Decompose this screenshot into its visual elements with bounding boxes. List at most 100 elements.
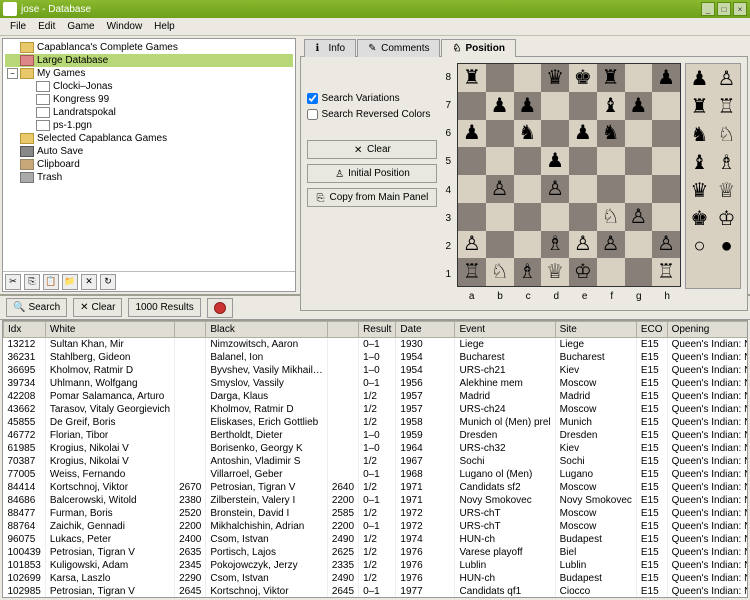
- table-row[interactable]: 36231Stahlberg, GideonBalanel, Ion1–0195…: [4, 351, 749, 364]
- menu-window[interactable]: Window: [101, 19, 149, 34]
- square-c5[interactable]: [514, 147, 542, 175]
- cut-button[interactable]: ✂: [5, 274, 21, 290]
- square-a8[interactable]: ♜: [458, 64, 486, 92]
- table-row[interactable]: 43662Tarasov, Vitaly GeorgievichKholmov,…: [4, 403, 749, 416]
- square-f5[interactable]: [597, 147, 625, 175]
- square-d3[interactable]: [541, 203, 569, 231]
- square-f6[interactable]: ♞: [597, 120, 625, 148]
- games-grid[interactable]: IdxWhiteBlackResultDateEventSiteECOOpeni…: [2, 320, 748, 598]
- square-e5[interactable]: [569, 147, 597, 175]
- palette-piece[interactable]: ♗: [713, 148, 740, 176]
- palette-piece[interactable]: ●: [713, 232, 740, 260]
- column-header[interactable]: ECO: [636, 322, 667, 338]
- table-row[interactable]: 61985Krogius, Nikolai VBorisenko, Georgy…: [4, 442, 749, 455]
- square-d2[interactable]: ♗: [541, 231, 569, 259]
- search-variations-checkbox[interactable]: Search Variations: [307, 93, 437, 104]
- square-c6[interactable]: ♞: [514, 120, 542, 148]
- tree-item[interactable]: Selected Capablanca Games: [5, 132, 293, 145]
- square-e1[interactable]: ♔: [569, 258, 597, 286]
- column-header[interactable]: Site: [555, 322, 636, 338]
- square-g5[interactable]: [625, 147, 653, 175]
- column-header[interactable]: [175, 322, 206, 338]
- palette-piece[interactable]: ♚: [686, 204, 713, 232]
- square-a4[interactable]: [458, 175, 486, 203]
- square-e7[interactable]: [569, 92, 597, 120]
- square-e3[interactable]: [569, 203, 597, 231]
- square-e4[interactable]: [569, 175, 597, 203]
- column-header[interactable]: Result: [359, 322, 396, 338]
- tree-item[interactable]: Capablanca's Complete Games: [5, 41, 293, 54]
- table-row[interactable]: 84414Kortschnoj, Viktor2670Petrosian, Ti…: [4, 481, 749, 494]
- table-row[interactable]: 36695Kholmov, Ratmir DByvshev, Vasily Mi…: [4, 364, 749, 377]
- table-row[interactable]: 84686Balcerowski, Witold2380Zilberstein,…: [4, 494, 749, 507]
- table-row[interactable]: 102699Karsa, Laszlo2290Csom, Istvan24901…: [4, 572, 749, 585]
- chess-board[interactable]: ♜♛♚♜♟♟♟♝♟♟♞♟♞♟♙♙♘♙♙♗♙♙♙♖♘♗♕♔♖: [457, 63, 681, 287]
- table-row[interactable]: 70387Krogius, Nikolai VAntoshin, Vladimi…: [4, 455, 749, 468]
- palette-piece[interactable]: [686, 260, 713, 288]
- tree-item[interactable]: Clipboard: [5, 158, 293, 171]
- square-d4[interactable]: ♙: [541, 175, 569, 203]
- square-h2[interactable]: ♙: [652, 231, 680, 259]
- square-d5[interactable]: ♟: [541, 147, 569, 175]
- square-a1[interactable]: ♖: [458, 258, 486, 286]
- menu-edit[interactable]: Edit: [32, 19, 61, 34]
- column-header[interactable]: Date: [396, 322, 455, 338]
- table-row[interactable]: 100439Petrosian, Tigran V2635Portisch, L…: [4, 546, 749, 559]
- square-b2[interactable]: [486, 231, 514, 259]
- refresh-button[interactable]: ↻: [100, 274, 116, 290]
- square-g4[interactable]: [625, 175, 653, 203]
- initial-position-button[interactable]: ♙Initial Position: [307, 164, 437, 183]
- square-b4[interactable]: ♙: [486, 175, 514, 203]
- table-row[interactable]: 96075Lukacs, Peter2400Csom, Istvan24901/…: [4, 533, 749, 546]
- search-reversed-checkbox[interactable]: Search Reversed Colors: [307, 109, 437, 120]
- square-d8[interactable]: ♛: [541, 64, 569, 92]
- column-header[interactable]: [327, 322, 358, 338]
- expand-icon[interactable]: −: [7, 68, 18, 79]
- tree-item[interactable]: Clocki–Jonas: [5, 80, 293, 93]
- tab-position[interactable]: ♘Position: [441, 39, 515, 57]
- square-g1[interactable]: [625, 258, 653, 286]
- close-button[interactable]: ×: [733, 2, 747, 16]
- square-g2[interactable]: [625, 231, 653, 259]
- square-f8[interactable]: ♜: [597, 64, 625, 92]
- table-row[interactable]: 101853Kuligowski, Adam2345Pokojowczyk, J…: [4, 559, 749, 572]
- clear-position-button[interactable]: ✕Clear: [307, 140, 437, 159]
- square-b3[interactable]: [486, 203, 514, 231]
- tree-item[interactable]: Auto Save: [5, 145, 293, 158]
- square-d1[interactable]: ♕: [541, 258, 569, 286]
- tab-info[interactable]: ℹInfo: [304, 39, 356, 57]
- maximize-button[interactable]: □: [717, 2, 731, 16]
- table-row[interactable]: 102985Petrosian, Tigran V2645Kortschnoj,…: [4, 585, 749, 598]
- square-h1[interactable]: ♖: [652, 258, 680, 286]
- search-button[interactable]: 🔍Search: [6, 298, 67, 317]
- table-row[interactable]: 39734Uhlmann, WolfgangSmyslov, Vassily0–…: [4, 377, 749, 390]
- square-d6[interactable]: [541, 120, 569, 148]
- column-header[interactable]: Idx: [4, 322, 46, 338]
- square-a3[interactable]: [458, 203, 486, 231]
- new-folder-button[interactable]: 📁: [62, 274, 78, 290]
- paste-button[interactable]: 📋: [43, 274, 59, 290]
- palette-piece[interactable]: ○: [686, 232, 713, 260]
- table-row[interactable]: 42208Pomar Salamanca, ArturoDarga, Klaus…: [4, 390, 749, 403]
- table-row[interactable]: 77005Weiss, FernandoVillarroel, Geber0–1…: [4, 468, 749, 481]
- column-header[interactable]: Opening: [667, 322, 748, 338]
- square-e8[interactable]: ♚: [569, 64, 597, 92]
- table-row[interactable]: 88764Zaichik, Gennadi2200Mikhalchishin, …: [4, 520, 749, 533]
- square-c2[interactable]: [514, 231, 542, 259]
- square-h5[interactable]: [652, 147, 680, 175]
- palette-piece[interactable]: ♞: [686, 120, 713, 148]
- square-c1[interactable]: ♗: [514, 258, 542, 286]
- menu-help[interactable]: Help: [148, 19, 181, 34]
- square-a7[interactable]: [458, 92, 486, 120]
- palette-piece[interactable]: ♛: [686, 176, 713, 204]
- table-row[interactable]: 13212Sultan Khan, MirNimzowitsch, Aaron0…: [4, 338, 749, 352]
- table-row[interactable]: 45855De Greif, BorisEliskases, Erich Got…: [4, 416, 749, 429]
- square-g7[interactable]: ♟: [625, 92, 653, 120]
- square-a5[interactable]: [458, 147, 486, 175]
- column-header[interactable]: White: [45, 322, 174, 338]
- tree-item[interactable]: Kongress 99: [5, 93, 293, 106]
- square-f7[interactable]: ♝: [597, 92, 625, 120]
- square-c8[interactable]: [514, 64, 542, 92]
- palette-piece[interactable]: ♜: [686, 92, 713, 120]
- square-b1[interactable]: ♘: [486, 258, 514, 286]
